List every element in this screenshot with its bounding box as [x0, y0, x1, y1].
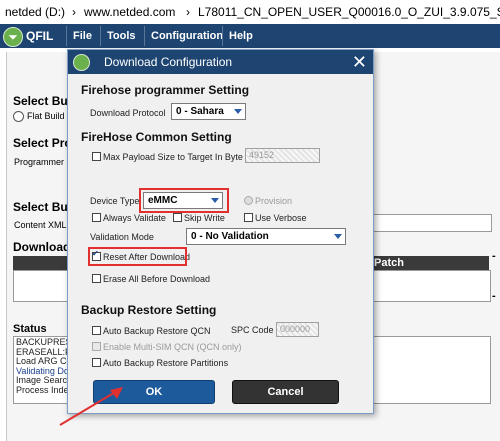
select-programmer-heading: Select Pro [13, 136, 72, 150]
provision-radio[interactable]: Provision [244, 196, 292, 206]
auto-backup-qcn-label: Auto Backup Restore QCN [103, 326, 211, 336]
checkbox-icon [92, 358, 101, 367]
download-protocol-label: Download Protocol [90, 108, 166, 118]
dialog-title: Download Configuration [104, 55, 233, 69]
auto-backup-partitions-checkbox[interactable]: Auto Backup Restore Partitions [92, 358, 228, 368]
site-folder[interactable]: www.netded.com [84, 0, 175, 24]
max-payload-label: Max Payload Size to Target In Byte [103, 152, 243, 162]
patch-column-header: Patch [374, 257, 404, 269]
validation-mode-label: Validation Mode [90, 232, 154, 242]
flat-build-radio[interactable]: Flat Build [13, 111, 65, 123]
enable-multi-sim-checkbox[interactable]: Enable Multi-SIM QCN (QCN only) [92, 342, 242, 352]
always-validate-label: Always Validate [103, 213, 166, 223]
qfil-logo-icon: ⏷ [3, 27, 23, 47]
cancel-button[interactable]: Cancel [232, 380, 339, 404]
flat-build-label: Flat Build [27, 111, 65, 121]
checkbox-icon [92, 342, 101, 351]
download-protocol-value: 0 - Sahara [176, 106, 224, 117]
checkbox-icon [92, 326, 101, 335]
firehose-common-heading: FireHose Common Setting [81, 130, 232, 144]
firehose-programmer-heading: Firehose programmer Setting [81, 83, 250, 97]
address-bar[interactable]: netded (D:) › www.netded.com › L78011_CN… [0, 0, 500, 25]
path-separator: › [72, 5, 76, 19]
backup-restore-heading: Backup Restore Setting [81, 303, 217, 317]
checkbox-icon [92, 274, 101, 283]
max-payload-checkbox[interactable]: Max Payload Size to Target In Byte [92, 152, 243, 162]
dash-mark: - [492, 250, 496, 262]
menu-configuration[interactable]: Configuration [144, 26, 229, 46]
device-type-label: Device Type [90, 196, 140, 206]
erase-all-label: Erase All Before Download [103, 274, 211, 284]
skip-write-checkbox[interactable]: Skip Write [173, 213, 225, 223]
menu-tools[interactable]: Tools [100, 26, 142, 46]
checkbox-icon [244, 213, 253, 222]
current-folder[interactable]: L78011_CN_OPEN_USER_Q00016.0_O_ZUI_3.9.0… [198, 0, 500, 24]
path-separator: › [186, 5, 190, 19]
app-name: QFIL [26, 29, 54, 43]
spc-code-label: SPC Code [231, 325, 274, 335]
close-icon[interactable]: ✕ [352, 51, 367, 73]
checkbox-icon [92, 152, 101, 161]
download-protocol-select[interactable]: 0 - Sahara [171, 103, 246, 120]
device-type-highlight [139, 188, 229, 213]
annotation-arrow-icon [59, 387, 123, 426]
use-verbose-label: Use Verbose [255, 213, 307, 223]
chevron-down-icon [234, 109, 242, 114]
content-xml-label: Content XML: [14, 220, 70, 230]
content-xml-field[interactable] [372, 214, 492, 232]
radio-icon [244, 196, 253, 205]
checkbox-icon [92, 213, 101, 222]
checkbox-icon [173, 213, 182, 222]
app-menubar: ⏷ QFIL File Tools Configuration Help [0, 24, 500, 48]
download-heading: Download [13, 240, 71, 254]
use-verbose-checkbox[interactable]: Use Verbose [244, 213, 307, 223]
menu-help[interactable]: Help [222, 26, 259, 46]
enable-multi-sim-label: Enable Multi-SIM QCN (QCN only) [103, 342, 242, 352]
chevron-down-icon [334, 234, 342, 239]
select-build-heading-2: Select Buil [13, 200, 75, 214]
download-configuration-dialog: Download Configuration ✕ Firehose progra… [67, 49, 374, 414]
dialog-titlebar[interactable]: Download Configuration ✕ [68, 50, 373, 74]
max-payload-field[interactable]: 49152 [245, 148, 320, 163]
menu-file[interactable]: File [66, 26, 98, 46]
skip-write-label: Skip Write [184, 213, 225, 223]
status-heading: Status [13, 323, 47, 335]
spc-code-field[interactable]: 000000 [276, 322, 319, 337]
drive-label[interactable]: netded (D:) [5, 0, 65, 24]
reset-after-download-highlight [88, 247, 187, 266]
auto-backup-qcn-checkbox[interactable]: Auto Backup Restore QCN [92, 326, 211, 336]
auto-backup-partitions-label: Auto Backup Restore Partitions [103, 358, 229, 368]
validation-mode-value: 0 - No Validation [191, 231, 269, 242]
always-validate-checkbox[interactable]: Always Validate [92, 213, 166, 223]
radio-icon [13, 111, 24, 123]
qfil-logo-icon [73, 54, 90, 71]
select-build-heading: Select Buil [13, 94, 75, 108]
provision-label: Provision [255, 196, 293, 206]
validation-mode-select[interactable]: 0 - No Validation [186, 228, 346, 245]
dash-mark: - [492, 290, 496, 302]
erase-all-checkbox[interactable]: Erase All Before Download [92, 274, 210, 284]
